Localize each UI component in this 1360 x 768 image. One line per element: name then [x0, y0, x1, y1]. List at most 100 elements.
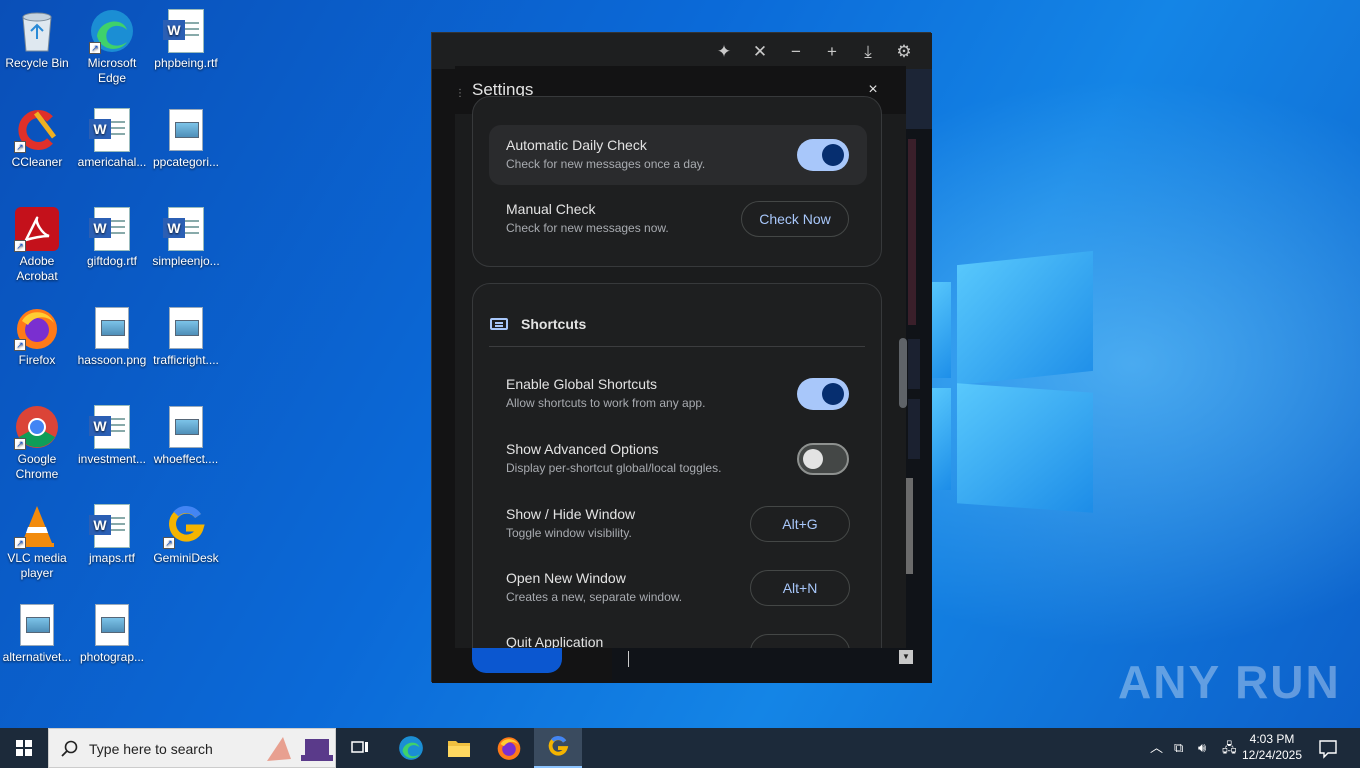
- quit-application-key-button[interactable]: [750, 634, 850, 648]
- gear-icon[interactable]: ⚙: [893, 41, 915, 63]
- show-hide-window-title: Show / Hide Window: [506, 506, 636, 522]
- desktop-icon-photograp[interactable]: photograp...: [75, 602, 149, 665]
- settings-scrollbar-thumb[interactable]: [899, 338, 907, 408]
- taskbar-geminidesk-button[interactable]: [534, 728, 582, 768]
- desktop-icon-label: Google Chrome: [15, 452, 59, 481]
- image-file-icon: [169, 307, 203, 349]
- desktop-icon-trafficright[interactable]: trafficright....: [149, 305, 223, 368]
- manual-check-subtitle: Check for new messages now.: [506, 221, 669, 235]
- desktop-icon-label: giftdog.rtf: [86, 254, 138, 268]
- minimize-icon[interactable]: −: [785, 41, 807, 63]
- windows-start-icon: [16, 740, 32, 756]
- sparkle-icon[interactable]: ✦: [713, 41, 735, 63]
- desktop-icon-chrome[interactable]: ↗ Google Chrome: [0, 404, 74, 482]
- quit-application-title: Quit Application: [506, 634, 604, 648]
- close-icon[interactable]: ✕: [749, 41, 771, 63]
- check-now-button[interactable]: Check Now: [741, 201, 849, 237]
- keyboard-icon: [490, 318, 508, 330]
- desktop-icon-alternativet[interactable]: alternativet...: [0, 602, 74, 665]
- show-hide-window-key-button[interactable]: Alt+G: [750, 506, 850, 542]
- open-new-window-key-button[interactable]: Alt+N: [750, 570, 850, 606]
- taskbar-edge-button[interactable]: [387, 728, 435, 768]
- drag-handle-icon[interactable]: ⋮: [455, 88, 465, 100]
- shortcut-arrow-icon: ↗: [14, 141, 26, 153]
- desktop-icon-ccleaner[interactable]: ↗ CCleaner: [0, 107, 74, 170]
- desktop-icon-label: americahal...: [77, 155, 147, 169]
- updates-card: Automatic Daily Check Check for new mess…: [472, 96, 882, 267]
- show-hide-window-subtitle: Toggle window visibility.: [506, 526, 632, 540]
- taskbar-file-explorer-button[interactable]: [435, 728, 483, 768]
- desktop-icon-edge[interactable]: ↗ Microsoft Edge: [75, 8, 149, 86]
- meet-now-icon[interactable]: ⧉: [1174, 728, 1183, 768]
- shortcuts-card: Shortcuts Enable Global Shortcuts Allow …: [472, 283, 882, 648]
- desktop-icon-geminidesk[interactable]: ↗ GeminiDesk: [149, 503, 223, 566]
- notifications-icon[interactable]: [1318, 728, 1338, 768]
- chevron-up-icon: ︿: [1150, 740, 1164, 755]
- enable-global-shortcuts-row: Enable Global Shortcuts Allow shortcuts …: [489, 364, 867, 424]
- taskbar-search-box[interactable]: Type here to search: [48, 728, 336, 768]
- settings-dialog: ⋮ Settings × Automatic Daily Check Check…: [455, 66, 906, 648]
- shortcuts-heading-text: Shortcuts: [521, 316, 587, 332]
- scroll-down-arrow-icon[interactable]: ▼: [899, 650, 913, 664]
- desktop-icon-whoeffect[interactable]: whoeffect....: [149, 404, 223, 467]
- desktop-icon-label: hassoon.png: [77, 353, 147, 367]
- word-doc-icon: W: [89, 504, 130, 548]
- window-toolbar: ✦ ✕ − + ⤓ ⚙: [432, 33, 932, 69]
- word-doc-icon: W: [89, 405, 130, 449]
- search-icon: [61, 740, 78, 757]
- automatic-daily-check-subtitle: Check for new messages once a day.: [506, 157, 706, 171]
- desktop-icon-label: alternativet...: [2, 650, 72, 664]
- send-button-partial[interactable]: [472, 645, 562, 673]
- quit-application-row: Quit Application: [489, 622, 867, 648]
- geminidesk-icon: [548, 736, 569, 756]
- shortcut-arrow-icon: ↗: [89, 42, 101, 54]
- desktop-icon-giftdog[interactable]: W giftdog.rtf: [75, 206, 149, 269]
- task-view-button[interactable]: [336, 728, 384, 768]
- automatic-daily-check-toggle[interactable]: [797, 139, 849, 171]
- open-new-window-subtitle: Creates a new, separate window.: [506, 590, 683, 604]
- manual-check-row: Manual Check Check for new messages now.…: [489, 189, 867, 249]
- clock-time: 4:03 PM: [1249, 732, 1295, 746]
- desktop-icon-label: jmaps.rtf: [88, 551, 135, 565]
- image-file-icon: [95, 307, 129, 349]
- task-view-icon: [351, 741, 368, 753]
- desktop-icon-americahal[interactable]: W americahal...: [75, 107, 149, 170]
- automatic-daily-check-row: Automatic Daily Check Check for new mess…: [489, 125, 867, 185]
- desktop-icon-recycle-bin[interactable]: Recycle Bin: [0, 8, 74, 71]
- desktop-icon-label: trafficright....: [153, 353, 219, 367]
- panel-scrollbar-thumb[interactable]: [906, 478, 913, 574]
- desktop-icon-label: simpleenjo...: [152, 254, 220, 268]
- enable-global-shortcuts-title: Enable Global Shortcuts: [506, 376, 657, 392]
- clock-date: 12/24/2025: [1241, 748, 1303, 762]
- automatic-daily-check-title: Automatic Daily Check: [506, 137, 647, 153]
- enable-global-shortcuts-subtitle: Allow shortcuts to work from any app.: [506, 396, 706, 410]
- desktop-icon-investment[interactable]: W investment...: [75, 404, 149, 467]
- desktop-icon-firefox[interactable]: ↗ Firefox: [0, 305, 74, 368]
- desktop-icon-vlc[interactable]: ↗ VLC media player: [0, 503, 74, 581]
- shortcut-arrow-icon: ↗: [14, 438, 26, 450]
- desktop-icon-acrobat[interactable]: ↗ Adobe Acrobat: [0, 206, 74, 284]
- desktop-icon-label: Adobe Acrobat: [16, 254, 58, 283]
- desktop-icon-simpleenjo[interactable]: W simpleenjo...: [149, 206, 223, 269]
- image-file-icon: [20, 604, 54, 646]
- desktop-icon-hassoon[interactable]: hassoon.png: [75, 305, 149, 368]
- show-advanced-options-title: Show Advanced Options: [506, 441, 659, 457]
- desktop-icon-ppcategori[interactable]: ppcategori...: [149, 107, 223, 170]
- show-hidden-icons-button[interactable]: ︿: [1150, 728, 1163, 768]
- enable-global-shortcuts-toggle[interactable]: [797, 378, 849, 410]
- taskbar-firefox-button[interactable]: [485, 728, 533, 768]
- start-button[interactable]: [0, 728, 48, 768]
- desktop-icon-phpbeing[interactable]: W phpbeing.rtf: [149, 8, 223, 71]
- add-icon[interactable]: +: [821, 41, 843, 63]
- taskbar: Type here to search ︿ ⧉ 🔊︎ 🖧︎ 4:03 PM 12…: [0, 728, 1360, 768]
- desktop-icon-jmaps[interactable]: W jmaps.rtf: [75, 503, 149, 566]
- firefox-icon: [497, 737, 521, 760]
- desktop-icon-label: Microsoft Edge: [87, 56, 137, 85]
- download-icon[interactable]: ⤓: [857, 41, 879, 63]
- network-icon[interactable]: 🖧︎: [1222, 728, 1237, 768]
- volume-icon[interactable]: 🔊︎: [1198, 728, 1206, 768]
- show-hide-window-row: Show / Hide Window Toggle window visibil…: [489, 494, 867, 554]
- taskbar-clock[interactable]: 4:03 PM 12/24/2025: [1240, 731, 1304, 763]
- recycle-bin-icon: [22, 12, 52, 52]
- show-advanced-options-toggle[interactable]: [797, 443, 849, 475]
